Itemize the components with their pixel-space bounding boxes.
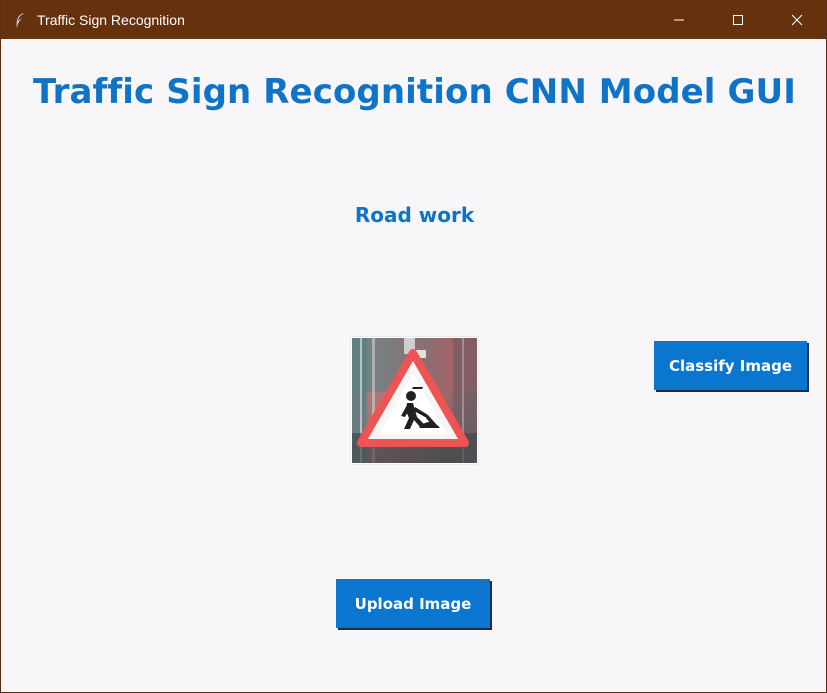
- upload-image-button[interactable]: Upload Image: [336, 579, 490, 628]
- title-bar[interactable]: Traffic Sign Recognition: [1, 0, 826, 39]
- uploaded-image-preview: [350, 336, 479, 465]
- maximize-icon: [732, 14, 743, 25]
- feather-icon: [12, 12, 28, 28]
- window-title: Traffic Sign Recognition: [37, 11, 185, 28]
- classify-image-button[interactable]: Classify Image: [654, 341, 807, 390]
- window-controls: [649, 0, 826, 39]
- page-title: Traffic Sign Recognition CNN Model GUI: [33, 72, 796, 112]
- minimize-icon: [673, 19, 684, 20]
- maximize-button[interactable]: [708, 0, 767, 39]
- close-icon: [791, 14, 802, 25]
- minimize-button[interactable]: [649, 0, 708, 39]
- road-work-sign-icon: [352, 338, 477, 463]
- prediction-label: Road work: [354, 203, 475, 227]
- close-button[interactable]: [767, 0, 826, 39]
- app-window: Traffic Sign Recognition Traffic Sign Re…: [0, 0, 827, 693]
